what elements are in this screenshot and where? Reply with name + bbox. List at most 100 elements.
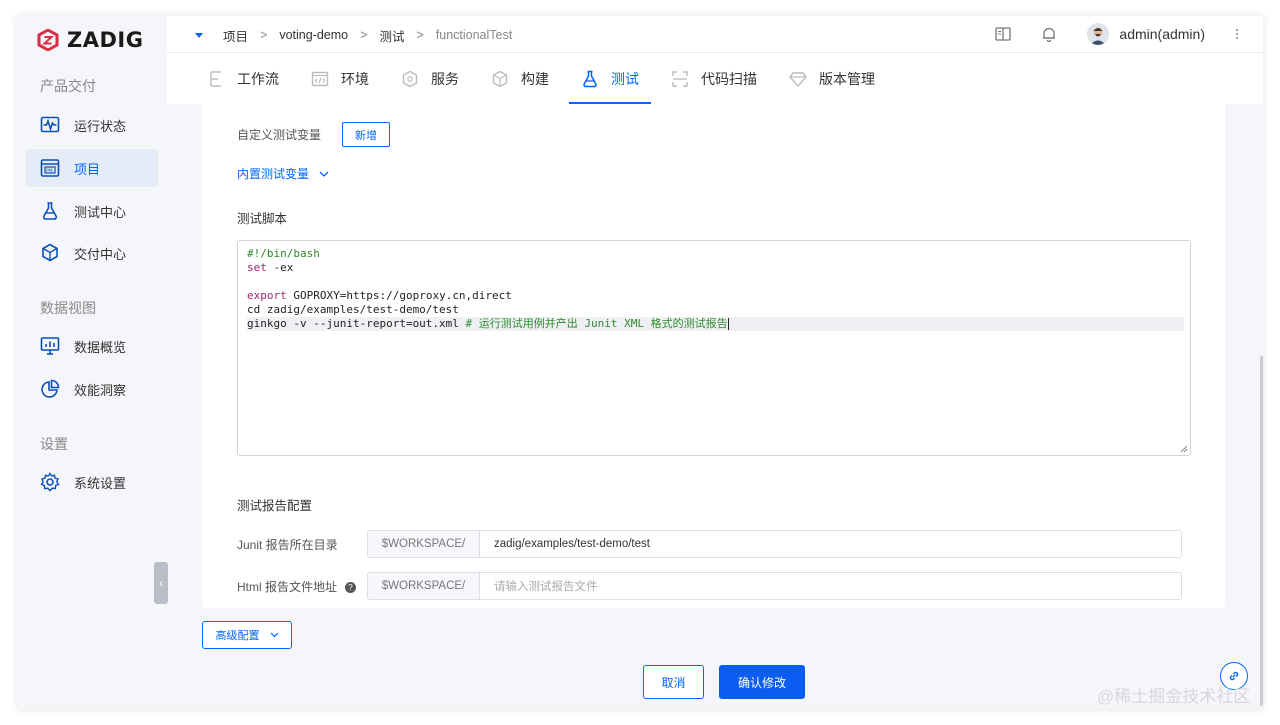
report-section-title: 测试报告配置	[237, 499, 313, 513]
group-title-delivery: 产品交付	[40, 78, 96, 94]
bell-icon[interactable]	[1041, 26, 1057, 42]
book-icon[interactable]	[995, 27, 1012, 41]
scan-icon	[672, 70, 688, 87]
advanced-config-label: 高级配置	[215, 630, 260, 642]
tab-workflow[interactable]: 工作流	[195, 53, 291, 104]
breadcrumb-item-test[interactable]: 测试	[379, 26, 404, 45]
environment-icon	[311, 71, 329, 86]
more-vertical-icon[interactable]	[1235, 28, 1239, 40]
project-tabs: 工作流 环境 服务 构建 测试 代码扫描 版本管理	[195, 53, 895, 104]
sidebar-item-label: 项目	[74, 161, 101, 177]
code-token: # 运行测试用例并产出 Junit XML 格式的测试报告	[465, 317, 728, 330]
sidebar-item-label: 效能洞察	[74, 382, 127, 398]
tab-label: 环境	[341, 70, 369, 87]
version-diamond-icon	[789, 71, 807, 87]
breadcrumb-item-current: functionalTest	[435, 28, 513, 42]
breadcrumb: 项目 > voting-demo > 测试 > functionalTest	[195, 26, 512, 44]
builtin-vars-toggle[interactable]: 内置测试变量	[237, 165, 329, 182]
sidebar-item-label: 数据概览	[74, 339, 127, 355]
pulse-monitor-icon	[40, 116, 60, 133]
tab-label: 工作流	[237, 70, 279, 87]
zadig-logo-icon	[37, 29, 59, 51]
tab-version-management[interactable]: 版本管理	[777, 53, 887, 104]
package-icon	[42, 243, 58, 262]
avatar	[1087, 23, 1110, 45]
code-token: -ex	[266, 261, 294, 274]
logo-text: ZADIG	[67, 28, 144, 52]
tab-code-scan[interactable]: 代码扫描	[659, 53, 769, 104]
sidebar-item-system-settings[interactable]: 系统设置	[26, 463, 158, 501]
advanced-config-button[interactable]: 高级配置	[202, 621, 292, 649]
app-window: ZADIG 产品交付 运行状态 PM 项目 测试中心 交付中心 数据视图 数据概…	[17, 16, 1263, 709]
sidebar-item-status[interactable]: 运行状态	[26, 106, 158, 144]
cancel-button[interactable]: 取消	[643, 665, 704, 699]
tab-build[interactable]: 构建	[479, 53, 561, 104]
top-actions: admin(admin)	[965, 22, 1239, 46]
tab-service[interactable]: 服务	[389, 53, 471, 104]
service-icon	[402, 70, 418, 87]
code-token: cd zadig/examples/test-demo/test	[247, 303, 459, 316]
code-token: GOPROXY=https://goproxy.cn,direct	[286, 289, 512, 302]
code-line: #!/bin/bash	[247, 247, 1190, 261]
scrollbar[interactable]	[1260, 356, 1263, 706]
builtin-vars-label: 内置测试变量	[237, 167, 310, 181]
tab-environment[interactable]: 环境	[299, 53, 381, 104]
help-icon[interactable]: ?	[345, 582, 356, 594]
add-variable-button[interactable]: 新增	[342, 122, 390, 147]
svg-text:PM: PM	[46, 168, 53, 174]
code-line: export GOPROXY=https://goproxy.cn,direct	[247, 289, 1190, 303]
logo[interactable]: ZADIG	[37, 28, 143, 52]
gear-icon	[40, 472, 60, 492]
text-cursor	[727, 318, 729, 330]
sidebar-item-label: 系统设置	[74, 475, 127, 491]
tab-label: 版本管理	[819, 70, 875, 87]
code-line: set -ex	[247, 261, 1190, 275]
sidebar-item-data-overview[interactable]: 数据概览	[26, 327, 158, 365]
tab-label: 测试	[611, 70, 639, 87]
tab-label: 服务	[431, 70, 459, 87]
workflow-icon	[210, 70, 221, 87]
pm-board-icon: PM	[40, 159, 60, 177]
test-config-card: 自定义测试变量 新增 内置测试变量 测试脚本 #!/bin/bash set -e…	[202, 104, 1225, 608]
code-token: set	[247, 261, 267, 274]
html-report-input[interactable]: 请输入测试报告文件	[480, 573, 1181, 599]
html-report-label: Html 报告文件地址?	[237, 578, 356, 595]
junit-dir-input-group: $WORKSPACE/ zadig/examples/test-demo/tes…	[367, 530, 1182, 558]
breadcrumb-separator: >	[260, 28, 268, 42]
group-title-data-view: 数据视图	[40, 300, 96, 316]
confirm-button[interactable]: 确认修改	[719, 665, 805, 699]
tab-test[interactable]: 测试	[569, 53, 651, 104]
sidebar-item-label: 运行状态	[74, 118, 127, 134]
breadcrumb-item-projects[interactable]: 项目	[223, 26, 248, 45]
sidebar-item-test-center[interactable]: 测试中心	[26, 192, 158, 230]
junit-dir-label: Junit 报告所在目录	[237, 538, 338, 552]
topbar: 项目 > voting-demo > 测试 > functionalTest a…	[167, 16, 1263, 104]
test-script-editor[interactable]: #!/bin/bash set -ex export GOPROXY=https:…	[237, 240, 1191, 456]
html-report-prefix: $WORKSPACE/	[368, 573, 480, 599]
sidebar: ZADIG 产品交付 运行状态 PM 项目 测试中心 交付中心 数据视图 数据概…	[17, 16, 168, 709]
sidebar-collapse-button[interactable]: ‹	[154, 562, 168, 604]
breadcrumb-item-project[interactable]: voting-demo	[279, 28, 348, 42]
flask-icon	[42, 202, 58, 220]
watermark: @稀土掘金技术社区	[1097, 687, 1251, 706]
breadcrumb-separator: >	[416, 28, 424, 42]
resize-grip-icon[interactable]	[1180, 445, 1188, 453]
caret-down-icon[interactable]	[195, 32, 203, 38]
sidebar-item-label: 交付中心	[74, 246, 127, 262]
script-section-title: 测试脚本	[237, 212, 288, 226]
sidebar-item-delivery-center[interactable]: 交付中心	[26, 234, 158, 272]
monitor-chart-icon	[40, 337, 60, 355]
code-token: export	[247, 289, 287, 302]
user-menu[interactable]: admin(admin)	[1087, 23, 1205, 45]
code-token: #!/bin/bash	[247, 247, 320, 260]
html-report-input-group: $WORKSPACE/ 请输入测试报告文件	[367, 572, 1182, 600]
breadcrumb-separator: >	[360, 28, 368, 42]
html-report-label-text: Html 报告文件地址	[237, 580, 337, 594]
group-title-settings: 设置	[40, 436, 68, 452]
sidebar-item-insight[interactable]: 效能洞察	[26, 370, 158, 408]
user-name: admin(admin)	[1119, 26, 1205, 42]
tab-label: 代码扫描	[701, 70, 757, 87]
junit-dir-input[interactable]: zadig/examples/test-demo/test	[480, 531, 1181, 557]
sidebar-item-projects[interactable]: PM 项目	[26, 149, 158, 187]
build-cube-icon	[492, 70, 508, 87]
